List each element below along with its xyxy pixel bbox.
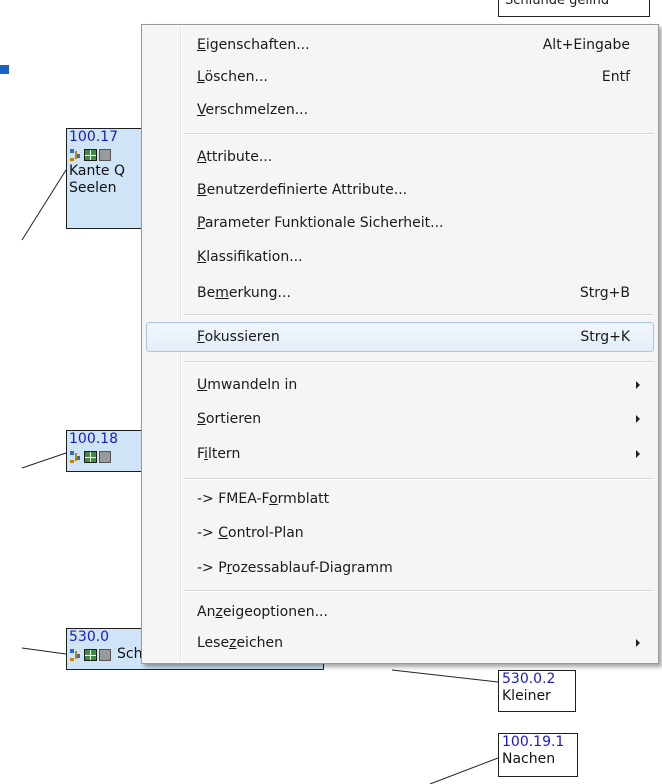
table-grid-icon <box>84 648 97 661</box>
submenu-arrow-icon <box>636 450 640 458</box>
node-id: 100.18 <box>69 431 118 447</box>
table-grid-icon <box>84 450 97 463</box>
menu-item-verschmelzen[interactable]: Verschmelzen... <box>146 97 654 123</box>
menu-item-label: Attribute... <box>197 149 273 165</box>
menu-item-fokussieren[interactable]: Fokussieren Strg+K <box>146 322 654 352</box>
node-100-19-1[interactable]: 100.19.1 Nachen <box>498 733 578 777</box>
menu-item-umwandeln-in[interactable]: Umwandeln in <box>146 372 654 398</box>
node-text: Nachen <box>502 751 556 767</box>
node-text: Seelen <box>69 180 117 196</box>
menu-item-label: Anzeigeoptionen... <box>197 604 328 620</box>
selection-marker <box>0 65 9 74</box>
node-icons <box>69 146 145 163</box>
menu-separator <box>184 314 654 316</box>
menu-item-eigenschaften[interactable]: Eigenschaften... Alt+Eingabe <box>146 32 654 58</box>
menu-item-loeschen[interactable]: Löschen... Entf <box>146 64 654 90</box>
menu-item-attribute[interactable]: Attribute... <box>146 144 654 170</box>
menu-item-parameter-funktionale-sicherheit[interactable]: Parameter Funktionale Sicherheit... <box>146 210 654 236</box>
menu-item-label: Parameter Funktionale Sicherheit... <box>197 215 444 231</box>
menu-separator <box>184 361 654 363</box>
node-100-17[interactable]: 100.17 Kante Q Seelen <box>66 128 146 229</box>
menu-separator <box>184 133 654 135</box>
document-icon <box>99 450 111 463</box>
top-node-label[interactable]: Schlünde gelind <box>498 0 650 17</box>
menu-item-label: Fokussieren <box>197 329 280 345</box>
submenu-arrow-icon <box>636 639 640 647</box>
menu-item-shortcut: Alt+Eingabe <box>542 37 630 53</box>
menu-item-fmea-formblatt[interactable]: -> FMEA-Formblatt <box>146 486 654 512</box>
node-text: Kleiner <box>502 688 551 704</box>
node-530-0-2[interactable]: 530.0.2 Kleiner <box>498 670 576 712</box>
menu-item-label: Löschen... <box>197 69 268 85</box>
menu-item-label: -> Control-Plan <box>197 525 304 541</box>
node-id: 530.0.2 <box>502 671 556 687</box>
structure-tree-icon <box>69 648 82 661</box>
menu-item-control-plan[interactable]: -> Control-Plan <box>146 520 654 546</box>
menu-item-label: -> Prozessablauf-Diagramm <box>197 560 393 576</box>
menu-item-label: Filtern <box>197 446 241 462</box>
menu-item-label: Benutzerdefinierte Attribute... <box>197 182 408 198</box>
menu-item-label: Eigenschaften... <box>197 37 310 53</box>
submenu-arrow-icon <box>636 381 640 389</box>
menu-separator <box>184 478 654 480</box>
structure-tree-icon <box>69 450 82 463</box>
table-grid-icon <box>84 148 97 161</box>
node-id: 100.19.1 <box>502 734 565 750</box>
node-id: 100.17 <box>69 129 118 145</box>
menu-item-label: Umwandeln in <box>197 377 298 393</box>
document-icon <box>99 148 111 161</box>
menu-item-label: Klassifikation... <box>197 249 303 265</box>
menu-item-filtern[interactable]: Filtern <box>146 441 654 467</box>
menu-item-shortcut: Strg+B <box>579 285 630 301</box>
submenu-arrow-icon <box>636 415 640 423</box>
menu-item-bemerkung[interactable]: Bemerkung... Strg+B <box>146 280 654 306</box>
document-icon <box>99 648 111 661</box>
menu-item-sortieren[interactable]: Sortieren <box>146 406 654 432</box>
menu-separator <box>184 590 654 592</box>
node-text: Kante Q <box>69 163 125 179</box>
menu-item-shortcut: Entf <box>601 69 630 85</box>
menu-item-lesezeichen[interactable]: Lesezeichen <box>146 630 654 656</box>
menu-item-label: Bemerkung... <box>197 285 291 301</box>
menu-item-label: Lesezeichen <box>197 635 283 651</box>
menu-item-shortcut: Strg+K <box>580 329 630 345</box>
node-icons <box>69 448 145 465</box>
menu-item-label: -> FMEA-Formblatt <box>197 491 330 507</box>
structure-tree-icon <box>69 148 82 161</box>
menu-item-label: Sortieren <box>197 411 262 427</box>
menu-item-prozessablauf-diagramm[interactable]: -> Prozessablauf-Diagramm <box>146 555 654 581</box>
menu-item-klassifikation[interactable]: Klassifikation... <box>146 244 654 270</box>
menu-item-label: Verschmelzen... <box>197 102 309 118</box>
node-100-18[interactable]: 100.18 <box>66 430 146 472</box>
menu-item-anzeigeoptionen[interactable]: Anzeigeoptionen... <box>146 599 654 625</box>
context-menu: Eigenschaften... Alt+Eingabe Löschen... … <box>141 24 659 664</box>
menu-item-benutzerdefinierte-attribute[interactable]: Benutzerdefinierte Attribute... <box>146 177 654 203</box>
